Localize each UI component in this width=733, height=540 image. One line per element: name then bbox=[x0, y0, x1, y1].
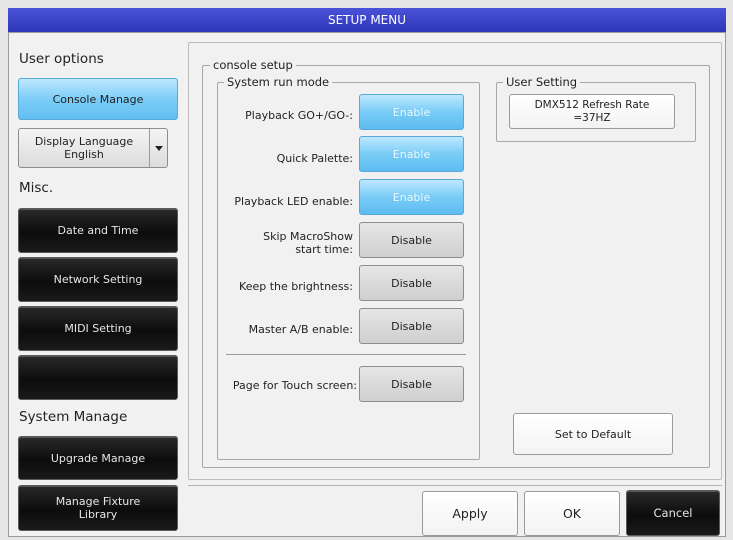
quick-palette-label: Quick Palette: bbox=[276, 152, 353, 165]
display-language-text: Display Language English bbox=[19, 129, 149, 167]
playback-go-toggle[interactable]: Enable bbox=[359, 94, 464, 130]
quick-palette-toggle[interactable]: Enable bbox=[359, 136, 464, 172]
user-options-heading: User options bbox=[19, 51, 104, 67]
blank-sidebar-button[interactable] bbox=[18, 355, 178, 400]
setup-window: User options Console Manage Display Lang… bbox=[8, 32, 726, 537]
cancel-button[interactable]: Cancel bbox=[626, 490, 720, 536]
apply-button[interactable]: Apply bbox=[422, 491, 518, 536]
manage-fixture-library-line1: Manage Fixture bbox=[55, 495, 141, 508]
dmx-refresh-rate-button[interactable]: DMX512 Refresh Rate =37HZ bbox=[509, 94, 675, 129]
display-language-label: Display Language bbox=[34, 135, 134, 148]
manage-fixture-library-line2: Library bbox=[78, 508, 118, 521]
upgrade-manage-button[interactable]: Upgrade Manage bbox=[18, 436, 178, 480]
keep-brightness-label: Keep the brightness: bbox=[239, 280, 353, 293]
dmx-refresh-rate-line1: DMX512 Refresh Rate bbox=[534, 98, 650, 111]
user-setting-title: User Setting bbox=[503, 75, 581, 89]
misc-heading: Misc. bbox=[19, 180, 54, 196]
date-and-time-button[interactable]: Date and Time bbox=[18, 208, 178, 253]
display-language-select[interactable]: Display Language English bbox=[18, 128, 168, 168]
skip-macroshow-toggle[interactable]: Disable bbox=[359, 222, 464, 258]
page-touch-toggle[interactable]: Disable bbox=[359, 366, 464, 402]
skip-macroshow-label: Skip MacroShow start time: bbox=[219, 230, 353, 256]
midi-setting-button[interactable]: MIDI Setting bbox=[18, 306, 178, 351]
system-run-mode-title: System run mode bbox=[224, 75, 333, 89]
console-manage-button[interactable]: Console Manage bbox=[18, 78, 178, 120]
playback-led-toggle[interactable]: Enable bbox=[359, 179, 464, 215]
row-divider bbox=[226, 354, 466, 355]
console-setup-title: console setup bbox=[210, 58, 296, 72]
network-setting-button[interactable]: Network Setting bbox=[18, 257, 178, 302]
dmx-refresh-rate-line2: =37HZ bbox=[573, 111, 611, 124]
ok-button[interactable]: OK bbox=[524, 491, 620, 536]
window-title: SETUP MENU bbox=[8, 8, 726, 32]
skip-macroshow-label-line2: start time: bbox=[295, 243, 353, 256]
chevron-down-icon[interactable] bbox=[149, 129, 167, 167]
master-ab-toggle[interactable]: Disable bbox=[359, 308, 464, 344]
master-ab-label: Master A/B enable: bbox=[248, 323, 353, 336]
footer-divider bbox=[188, 485, 722, 486]
page-touch-label: Page for Touch screen: bbox=[232, 379, 357, 392]
playback-go-label: Playback GO+/GO-: bbox=[245, 109, 353, 122]
system-manage-heading: System Manage bbox=[19, 409, 128, 425]
keep-brightness-toggle[interactable]: Disable bbox=[359, 265, 464, 301]
playback-led-label: Playback LED enable: bbox=[234, 195, 353, 208]
display-language-value: English bbox=[64, 148, 104, 161]
manage-fixture-library-button[interactable]: Manage Fixture Library bbox=[18, 485, 178, 531]
skip-macroshow-label-line1: Skip MacroShow bbox=[263, 230, 353, 243]
set-to-default-button[interactable]: Set to Default bbox=[513, 413, 673, 455]
